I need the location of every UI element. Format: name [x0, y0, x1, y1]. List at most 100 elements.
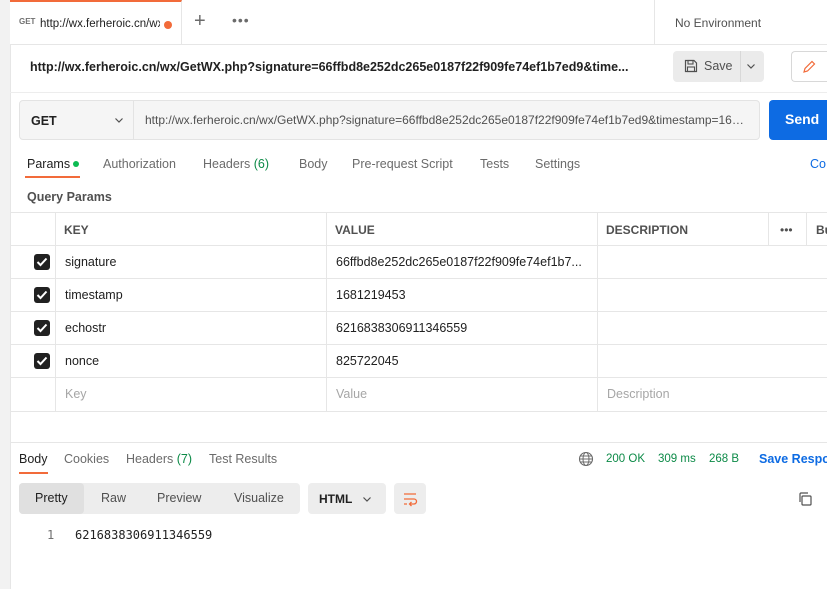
globe-icon[interactable] [578, 451, 594, 467]
save-icon [684, 59, 698, 73]
column-divider [597, 213, 598, 412]
checkmark-icon [36, 323, 48, 333]
environment-selector[interactable]: No Environment [654, 0, 827, 44]
plus-icon[interactable]: + [194, 9, 206, 33]
param-value[interactable]: 66ffbd8e252dc265e0187f22f909fe74ef1b7... [336, 255, 598, 269]
view-pretty[interactable]: Pretty [35, 491, 68, 505]
tab-authorization[interactable]: Authorization [103, 157, 176, 171]
save-label: Save [704, 59, 733, 73]
table-header-row: KEY VALUE DESCRIPTION ••• Bu [10, 213, 827, 246]
method-select[interactable]: GET [19, 100, 134, 140]
tab-prerequest-script[interactable]: Pre-request Script [352, 157, 453, 171]
wrap-lines-button[interactable] [394, 483, 426, 514]
new-description-input[interactable]: Description [607, 387, 670, 401]
view-raw[interactable]: Raw [101, 491, 126, 505]
column-divider [768, 213, 769, 246]
row-checkbox[interactable] [34, 320, 50, 336]
view-visualize[interactable]: Visualize [234, 491, 284, 505]
tab-method: GET [19, 17, 36, 26]
param-key[interactable]: echostr [65, 321, 325, 335]
tab-settings[interactable]: Settings [535, 157, 580, 171]
response-body-line[interactable]: 6216838306911346559 [75, 528, 212, 542]
table-row-new: Key Value Description [10, 378, 827, 412]
unsaved-dot-icon [164, 21, 172, 29]
tab-title: http://wx.ferheroic.cn/wx/GetWX.php?sign… [40, 18, 160, 30]
send-label: Send [785, 111, 820, 127]
param-key[interactable]: nonce [65, 354, 325, 368]
bulk-edit-link[interactable]: Bu [816, 223, 827, 237]
send-button[interactable]: Send [769, 100, 827, 140]
tab-params[interactable]: Params [27, 157, 70, 171]
tab-headers-label: Headers [203, 157, 251, 171]
wrap-icon [404, 493, 418, 507]
params-active-dot-icon [73, 161, 79, 167]
line-number: 1 [47, 528, 55, 542]
copy-icon[interactable] [797, 491, 813, 507]
response-tab-test-results[interactable]: Test Results [209, 452, 277, 466]
response-tab-headers[interactable]: Headers (7) [126, 452, 192, 466]
chevron-down-icon [115, 118, 123, 123]
col-description-header: DESCRIPTION [606, 223, 689, 237]
tab-bar: GET http://wx.ferheroic.cn/wx/GetWX.php?… [10, 0, 827, 45]
response-time[interactable]: 309 ms [658, 453, 696, 465]
response-status[interactable]: 200 OK [606, 453, 645, 465]
active-tab-indicator [25, 176, 80, 178]
response-tab-headers-label: Headers [126, 452, 174, 466]
checkmark-icon [36, 356, 48, 366]
response-active-tab-indicator [19, 472, 48, 474]
divider [10, 92, 827, 93]
param-key[interactable]: timestamp [65, 288, 325, 302]
tab-headers[interactable]: Headers (6) [203, 157, 269, 171]
column-divider [806, 213, 807, 246]
save-main[interactable]: Save [673, 51, 741, 82]
method-label: GET [31, 114, 57, 128]
response-tab-cookies[interactable]: Cookies [64, 452, 109, 466]
view-mode-segmented: Pretty Raw Preview Visualize [19, 483, 300, 514]
param-value[interactable]: 1681219453 [336, 288, 598, 302]
param-value[interactable]: 6216838306911346559 [336, 321, 598, 335]
row-checkbox[interactable] [34, 353, 50, 369]
row-checkbox[interactable] [34, 287, 50, 303]
more-icon[interactable]: ••• [780, 223, 793, 237]
checkmark-icon [36, 257, 48, 267]
row-checkbox[interactable] [34, 254, 50, 270]
response-tab-headers-count: (7) [176, 452, 193, 466]
more-icon[interactable]: ••• [232, 12, 250, 28]
request-title[interactable]: http://wx.ferheroic.cn/wx/GetWX.php?sign… [30, 60, 650, 74]
table-row: timestamp 1681219453 [10, 279, 827, 312]
column-divider [55, 213, 56, 412]
param-value[interactable]: 825722045 [336, 354, 598, 368]
environment-label: No Environment [675, 16, 762, 30]
response-tab-body[interactable]: Body [19, 452, 48, 466]
tab-tests[interactable]: Tests [480, 157, 509, 171]
response-divider [10, 442, 827, 443]
cookies-link[interactable]: Co [810, 157, 826, 171]
edit-button[interactable] [791, 51, 827, 82]
view-preview[interactable]: Preview [157, 491, 201, 505]
table-row: signature 66ffbd8e252dc265e0187f22f909fe… [10, 246, 827, 279]
pencil-icon [803, 60, 816, 73]
chevron-down-icon [363, 497, 371, 502]
new-key-input[interactable]: Key [65, 387, 87, 401]
table-row: nonce 825722045 [10, 345, 827, 378]
format-select[interactable]: HTML [308, 483, 386, 514]
tab-body[interactable]: Body [299, 157, 328, 171]
url-input[interactable]: http://wx.ferheroic.cn/wx/GetWX.php?sign… [134, 100, 760, 140]
col-key-header: KEY [64, 223, 89, 237]
url-text: http://wx.ferheroic.cn/wx/GetWX.php?sign… [145, 113, 750, 127]
table-row: echostr 6216838306911346559 [10, 312, 827, 345]
response-size[interactable]: 268 B [709, 453, 739, 465]
format-label: HTML [319, 492, 353, 506]
column-divider [326, 213, 327, 412]
params-table: KEY VALUE DESCRIPTION ••• Bu signature 6… [10, 212, 827, 412]
col-value-header: VALUE [335, 223, 375, 237]
param-key[interactable]: signature [65, 255, 325, 269]
tab-headers-count: (6) [253, 157, 270, 171]
checkmark-icon [36, 290, 48, 300]
chevron-down-icon[interactable] [746, 61, 756, 71]
request-tab[interactable]: GET http://wx.ferheroic.cn/wx/GetWX.php?… [10, 0, 182, 44]
save-response-button[interactable]: Save Respo [759, 452, 827, 466]
query-params-title: Query Params [27, 190, 112, 204]
save-button[interactable]: Save [673, 51, 764, 82]
new-value-input[interactable]: Value [336, 387, 367, 401]
